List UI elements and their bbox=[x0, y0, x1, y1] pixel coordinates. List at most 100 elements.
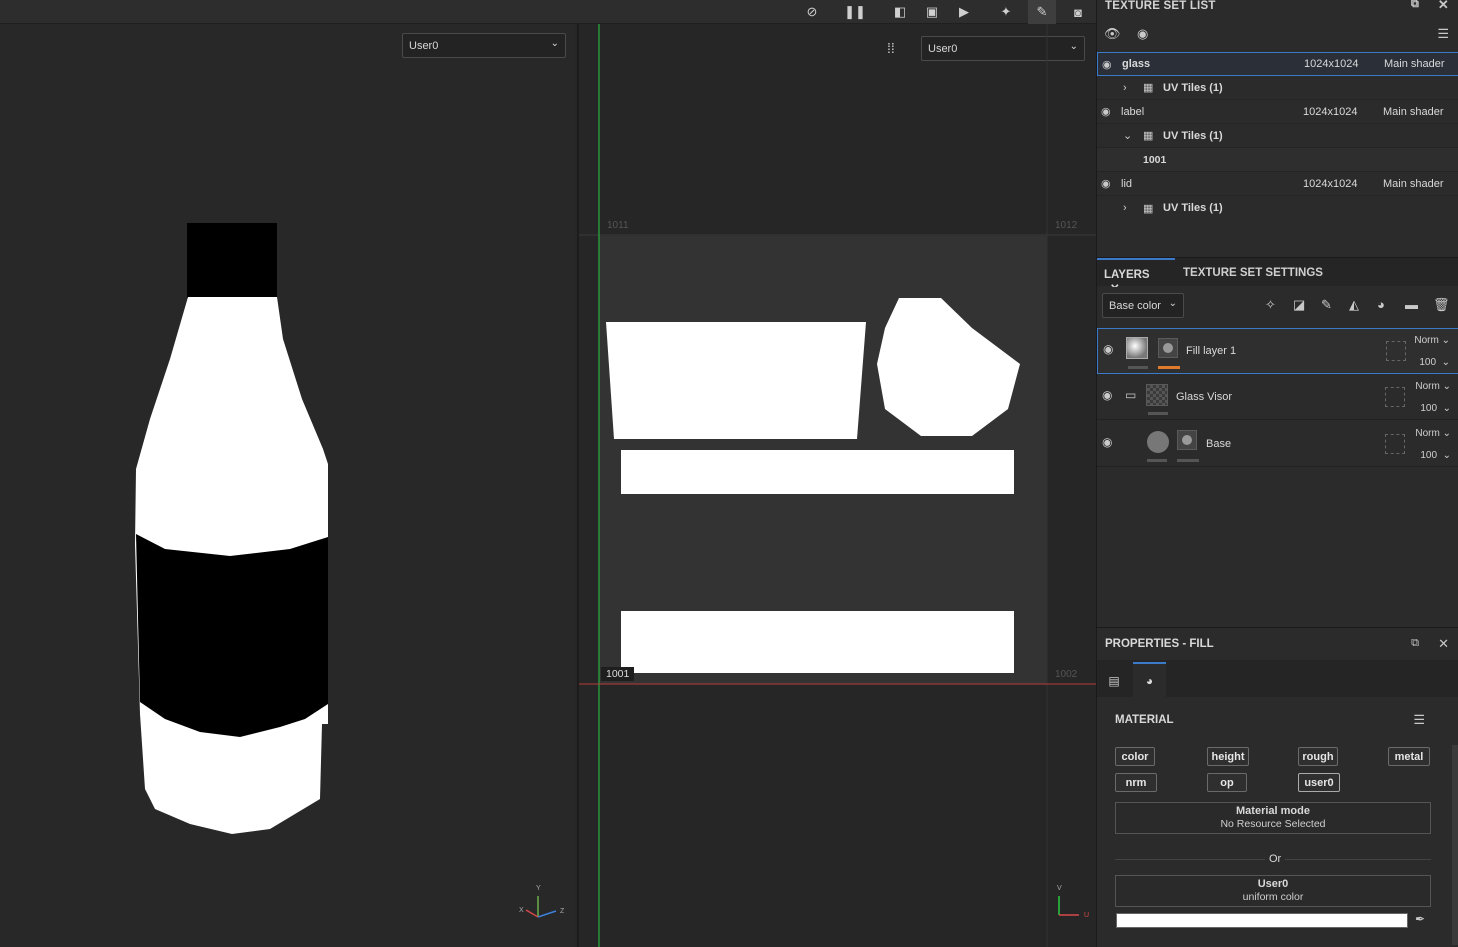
layer-row-fill-layer-1[interactable]: ◉ Fill layer 1 Norm ⌄ 100 ⌄ bbox=[1097, 328, 1458, 374]
color-swatch[interactable] bbox=[1116, 913, 1408, 928]
layer-name[interactable]: Glass Visor bbox=[1176, 391, 1232, 403]
blend-mode-select[interactable]: Norm ⌄ bbox=[1415, 428, 1451, 439]
top-toolbar: ⊘ ❚❚ ◧ ▣ ▶ ✦ ✎ ◙ bbox=[0, 0, 1096, 24]
tab-material[interactable]: ◕ bbox=[1133, 662, 1166, 697]
properties-tabs: ▤ ◕ bbox=[1097, 660, 1458, 697]
uv-island bbox=[621, 450, 1014, 494]
layer-row-base[interactable]: ◉ Base Norm ⌄ 100 ⌄ bbox=[1097, 421, 1458, 467]
uv-tiles-row[interactable]: › ▦ UV Tiles (1) bbox=[1097, 196, 1458, 220]
uv-tiles-row[interactable]: ⌄ ▦ UV Tiles (1) bbox=[1097, 124, 1458, 148]
chevron-right-icon[interactable]: › bbox=[1123, 202, 1127, 214]
texture-set-name: lid bbox=[1121, 177, 1133, 190]
folder-thumbnail[interactable] bbox=[1146, 384, 1168, 406]
tab-texture-set-settings[interactable]: TEXTURE SET SETTINGS bbox=[1183, 267, 1323, 279]
blend-mode-value: Norm bbox=[1414, 335, 1439, 346]
bake-icon[interactable]: ✦ bbox=[992, 0, 1020, 24]
eye-icon[interactable]: ◉ bbox=[1101, 177, 1111, 190]
mask-thumbnail[interactable] bbox=[1177, 430, 1197, 450]
camera-icon[interactable]: ▶ bbox=[950, 0, 978, 24]
material-section: MATERIAL ☰ color height rough metal nrm … bbox=[1097, 697, 1458, 947]
svg-text:V: V bbox=[1057, 885, 1062, 892]
channel-button-metal[interactable]: metal bbox=[1388, 747, 1430, 766]
view-cube-icon[interactable]: ▣ bbox=[918, 0, 946, 24]
add-folder-icon[interactable]: ▬ bbox=[1405, 297, 1418, 312]
eye-icon[interactable]: ◉ bbox=[1102, 388, 1112, 402]
uv-tile-1001-row[interactable]: 1001 bbox=[1097, 148, 1458, 172]
layer-row-glass-visor[interactable]: ◉ ▭ Glass Visor Norm ⌄ 100 ⌄ bbox=[1097, 374, 1458, 420]
paint-mode-icon[interactable]: ✎ bbox=[1028, 0, 1056, 24]
eyedropper-icon[interactable]: ✒ bbox=[1415, 912, 1425, 926]
mask-icon[interactable]: ◪ bbox=[1293, 297, 1305, 313]
menu-icon[interactable]: ☰ bbox=[1437, 26, 1449, 42]
menu-icon[interactable]: ☰ bbox=[1413, 712, 1425, 728]
eye-icon[interactable]: ◉ bbox=[1101, 105, 1111, 118]
maximize-icon[interactable]: ⧉ bbox=[1411, 0, 1419, 11]
symmetry-icon[interactable]: ◧ bbox=[886, 0, 914, 24]
chevron-right-icon[interactable]: › bbox=[1123, 82, 1127, 94]
eye-icon[interactable]: ◉ bbox=[1102, 435, 1112, 449]
close-icon[interactable]: ✕ bbox=[1438, 636, 1449, 652]
viewport-3d[interactable]: User0 ⌄ Y X Z bbox=[0, 24, 575, 947]
add-fill-layer-icon[interactable]: ◭ bbox=[1349, 297, 1359, 313]
layer-mask-slot[interactable] bbox=[1385, 387, 1405, 407]
mask-thumbnail[interactable] bbox=[1158, 338, 1178, 358]
channel-button-color[interactable]: color bbox=[1115, 747, 1155, 766]
channel-value: Base color bbox=[1109, 300, 1161, 312]
grid-icon: ▦ bbox=[1143, 202, 1154, 215]
texture-set-shader[interactable]: Main shader bbox=[1384, 58, 1445, 70]
layer-name[interactable]: Fill layer 1 bbox=[1186, 345, 1236, 357]
hide-icon[interactable]: ⊘ bbox=[798, 0, 826, 24]
material-mode-field[interactable]: Material mode No Resource Selected bbox=[1115, 802, 1431, 834]
blend-mode-select[interactable]: Norm ⌄ bbox=[1415, 381, 1451, 392]
texture-set-shader[interactable]: Main shader bbox=[1383, 106, 1444, 118]
layer-mask-slot[interactable] bbox=[1386, 341, 1406, 361]
opacity-value: 100 bbox=[1420, 450, 1438, 461]
texture-set-name: label bbox=[1121, 105, 1145, 118]
viewport-2d[interactable]: ⁞⁞ User0 ⌄ V U 1011 1012 1001 1002 bbox=[577, 24, 1097, 947]
texture-set-row-label[interactable]: ◉ label 1024x1024 Main shader bbox=[1097, 100, 1458, 124]
texture-set-row-glass[interactable]: ◉ glass 1024x1024 Main shader bbox=[1097, 52, 1458, 76]
fill-thumbnail[interactable] bbox=[1147, 431, 1169, 453]
tab-layers[interactable]: LAYERS ✕ bbox=[1097, 258, 1175, 295]
blend-mode-select[interactable]: Norm ⌄ bbox=[1414, 335, 1450, 346]
pause-icon[interactable]: ❚❚ bbox=[841, 0, 869, 24]
channel-button-rough[interactable]: rough bbox=[1298, 747, 1338, 766]
layer-name[interactable]: Base bbox=[1206, 438, 1231, 450]
material-mode-value: No Resource Selected bbox=[1220, 818, 1326, 830]
eye-icon[interactable]: ◉ bbox=[1103, 342, 1113, 356]
texture-set-resolution: 1024x1024 bbox=[1303, 105, 1358, 118]
screenshot-icon[interactable]: ◙ bbox=[1064, 0, 1092, 24]
channel-button-user0[interactable]: user0 bbox=[1298, 773, 1340, 792]
opacity-select[interactable]: 100 ⌄ bbox=[1420, 450, 1451, 461]
eye-icon[interactable]: ◉ bbox=[1137, 26, 1148, 42]
add-paint-layer-icon[interactable]: ✎ bbox=[1321, 297, 1332, 313]
folder-icon: ▭ bbox=[1125, 388, 1137, 402]
uv-tiles-row[interactable]: › ▦ UV Tiles (1) bbox=[1097, 76, 1458, 100]
scrollbar[interactable] bbox=[1452, 745, 1458, 945]
delete-icon[interactable]: 🗑 bbox=[1433, 297, 1450, 313]
channel-button-op[interactable]: op bbox=[1207, 773, 1247, 792]
add-effect-icon[interactable]: ◕ bbox=[1377, 297, 1385, 312]
close-icon[interactable]: ✕ bbox=[1438, 0, 1449, 13]
opacity-select[interactable]: 100 ⌄ bbox=[1419, 357, 1450, 368]
uv-axis-gizmo: V U bbox=[1057, 885, 1089, 919]
eye-icon[interactable]: ◉ bbox=[1102, 58, 1112, 71]
smart-material-icon[interactable]: ✧ bbox=[1265, 297, 1276, 313]
material-sphere-icon: ◕ bbox=[1145, 673, 1154, 688]
channel-button-height[interactable]: height bbox=[1207, 747, 1249, 766]
fill-thumbnail[interactable] bbox=[1126, 337, 1148, 359]
uv-tile-label: 1012 bbox=[1055, 220, 1078, 231]
channel-select[interactable]: Base color ⌄ bbox=[1102, 293, 1184, 318]
channel-button-nrm[interactable]: nrm bbox=[1115, 773, 1157, 792]
maximize-icon[interactable]: ⧉ bbox=[1411, 637, 1419, 650]
opacity-select[interactable]: 100 ⌄ bbox=[1420, 403, 1451, 414]
svg-text:Z: Z bbox=[560, 908, 565, 915]
tab-fill-settings[interactable]: ▤ bbox=[1097, 664, 1131, 697]
chevron-down-icon[interactable]: ⌄ bbox=[1123, 129, 1132, 142]
layer-mask-slot[interactable] bbox=[1385, 434, 1405, 454]
texture-set-row-lid[interactable]: ◉ lid 1024x1024 Main shader bbox=[1097, 172, 1458, 196]
eye-settings-icon[interactable]: 👁 bbox=[1104, 26, 1121, 42]
bottle-lid bbox=[187, 223, 277, 298]
properties-header: PROPERTIES - FILL ⧉ ✕ bbox=[1097, 627, 1458, 660]
texture-set-shader[interactable]: Main shader bbox=[1383, 178, 1444, 190]
